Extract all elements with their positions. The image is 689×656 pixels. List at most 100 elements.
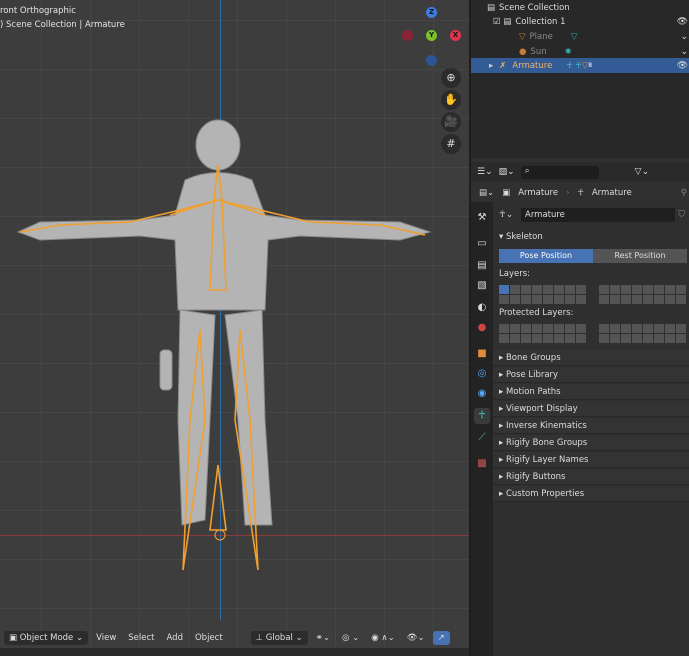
outliner-scene-collection[interactable]: ▤ Scene Collection	[471, 0, 689, 15]
object-icon: ▣	[502, 188, 511, 198]
layers-grid-a[interactable]	[499, 285, 586, 304]
label: Viewport Display	[505, 404, 578, 414]
viewport-header: ▣ Object Mode ⌄ View Select Add Object ⊥…	[0, 628, 469, 648]
data-name-value[interactable]: Armature	[521, 208, 676, 222]
armature-data-tab-icon[interactable]: ☥	[474, 408, 490, 424]
panel-inverse-kinematics[interactable]: ▸ Inverse Kinematics	[493, 418, 689, 434]
right-panels: ▤ Scene Collection ☑ ▤ Collection 1 👁 ▽ P…	[469, 0, 689, 656]
tool-tab-icon[interactable]: ⚒	[474, 210, 490, 226]
outliner-armature[interactable]: ▸ ✗ Armature ☥ ☥ ▽ 8 👁	[471, 58, 689, 73]
pivot-icon[interactable]: ⚭⌄	[312, 631, 334, 645]
pose-position-button[interactable]: Pose Position	[499, 249, 593, 263]
search-input[interactable]: ⌕	[520, 165, 599, 179]
hidden-icon[interactable]: ⌄	[680, 47, 688, 57]
editor-type-icon[interactable]: ▤⌄	[479, 188, 494, 198]
panel-bone-groups[interactable]: ▸ Bone Groups	[493, 350, 689, 366]
protected-grid-a[interactable]	[499, 324, 586, 343]
menu-view[interactable]: View	[92, 631, 120, 645]
visibility-icon[interactable]: 👁⌄	[403, 631, 429, 645]
pose-rest-toggle[interactable]: Pose Position Rest Position	[499, 249, 687, 263]
menu-add[interactable]: Add	[163, 631, 187, 645]
label: Scene Collection	[499, 2, 570, 13]
output-tab-icon[interactable]: ▤	[474, 258, 490, 274]
data-name-field[interactable]: ☥⌄ Armature ⛉	[499, 208, 685, 222]
pin-icon[interactable]: ⚲	[681, 188, 687, 198]
mode-label: Object Mode	[19, 633, 74, 643]
eye-icon[interactable]: 👁	[677, 61, 688, 71]
label: Plane	[529, 31, 553, 42]
protected-layers-label: Protected Layers:	[499, 308, 574, 318]
camera-icon[interactable]: 🎥	[441, 112, 461, 132]
label: Inverse Kinematics	[505, 421, 587, 431]
outliner-plane[interactable]: ▽ Plane ▽ ⌄	[471, 29, 689, 44]
proportional-icon[interactable]: ◉ ∧⌄	[367, 631, 398, 645]
fake-user-icon[interactable]: ⛉	[678, 210, 685, 220]
layers-grid-b[interactable]	[599, 285, 686, 304]
menu-select[interactable]: Select	[124, 631, 158, 645]
label: Armature	[512, 60, 553, 71]
outliner-sun[interactable]: ● Sun ✹ ⌄	[471, 44, 689, 59]
gizmo-z[interactable]: Z	[426, 7, 437, 18]
layers-label: Layers:	[499, 269, 530, 279]
gizmo-toggle-icon[interactable]: ↗	[432, 631, 450, 645]
properties-header: ☰⌄ ▨⌄ ⌕ ▽⌄	[471, 162, 689, 182]
skeleton-title: Skeleton	[505, 232, 543, 242]
panel-rigify-buttons[interactable]: ▸ Rigify Buttons	[493, 469, 689, 485]
panel-rigify-bone-groups[interactable]: ▸ Rigify Bone Groups	[493, 435, 689, 451]
panel-rigify-layer-names[interactable]: ▸ Rigify Layer Names	[493, 452, 689, 468]
filter-view-icon[interactable]: ▨⌄	[499, 167, 515, 177]
label: Motion Paths	[505, 387, 561, 397]
panel-viewport-display[interactable]: ▸ Viewport Display	[493, 401, 689, 417]
gizmo-neg-x[interactable]	[402, 30, 413, 41]
label: Bone Groups	[505, 353, 561, 363]
hidden-icon[interactable]: ⌄	[680, 32, 688, 42]
eye-icon[interactable]: 👁	[677, 17, 688, 27]
protected-grid-b[interactable]	[599, 324, 686, 343]
grid-icon[interactable]: #	[441, 134, 461, 154]
label: Rigify Buttons	[505, 472, 566, 482]
label: Rigify Bone Groups	[505, 438, 588, 448]
panel-motion-paths[interactable]: ▸ Motion Paths	[493, 384, 689, 400]
render-tab-icon[interactable]: ▭	[474, 236, 490, 252]
gizmo-y[interactable]: Y	[426, 30, 437, 41]
orientation-label: Global	[265, 633, 293, 643]
snap-icon[interactable]: ◎ ⌄	[338, 631, 363, 645]
physics-tab-icon[interactable]: ◉	[474, 386, 490, 402]
breadcrumb-data: Armature	[591, 188, 632, 198]
orientation-select[interactable]: ⊥ Global ⌄	[250, 631, 308, 645]
object-tab-icon[interactable]: ■	[474, 346, 490, 362]
status-strip	[0, 648, 469, 656]
gizmo-x[interactable]: X	[450, 30, 461, 41]
outliner: ▤ Scene Collection ☑ ▤ Collection 1 👁 ▽ P…	[471, 0, 689, 158]
constraint-tab-icon[interactable]: ◎	[474, 366, 490, 382]
scene-tab-icon[interactable]: ◐	[474, 300, 490, 316]
zoom-icon[interactable]: ⊕	[441, 68, 461, 88]
rest-position-button[interactable]: Rest Position	[593, 249, 687, 263]
3d-viewport[interactable]: ront Orthographic ) Scene Collection | A…	[0, 0, 469, 656]
modifier-badge: 8	[588, 62, 593, 69]
display-mode-icon[interactable]: ☰⌄	[477, 167, 493, 177]
texture-tab-icon[interactable]: ▩	[474, 456, 490, 472]
label: Rigify Layer Names	[505, 455, 589, 465]
mode-select[interactable]: ▣ Object Mode ⌄	[4, 631, 89, 645]
bone-tab-icon[interactable]: ⟋	[474, 430, 490, 446]
filter-icon[interactable]: ▽⌄	[635, 167, 649, 177]
view-layer-tab-icon[interactable]: ▧	[474, 278, 490, 294]
world-tab-icon[interactable]: ●	[474, 320, 490, 336]
outliner-collection-1[interactable]: ☑ ▤ Collection 1 👁	[471, 14, 689, 29]
skeleton-panel-header[interactable]: ▾ Skeleton	[493, 232, 689, 242]
label: Pose Library	[505, 370, 559, 380]
panel-pose-library[interactable]: ▸ Pose Library	[493, 367, 689, 383]
properties-tabs: ⚒ ▭ ▤ ▧ ◐ ● ■ ◎ ◉ ☥ ⟋ ▩	[471, 202, 493, 656]
character-model[interactable]	[0, 0, 469, 620]
properties-content: ☥⌄ Armature ⛉ ▾ Skeleton Pose Position Res…	[493, 202, 689, 656]
editor-header: ▤⌄ ▣ Armature › ☥ Armature ⚲	[479, 188, 687, 198]
armature-icon: ☥⌄	[499, 210, 514, 220]
pan-hand-icon[interactable]: ✋	[441, 90, 461, 110]
label: Custom Properties	[505, 489, 585, 499]
gizmo-neg-z[interactable]	[426, 55, 437, 66]
label: Collection 1	[515, 16, 566, 27]
label: Sun	[530, 46, 547, 57]
menu-object[interactable]: Object	[191, 631, 227, 645]
panel-custom-properties[interactable]: ▸ Custom Properties	[493, 486, 689, 502]
